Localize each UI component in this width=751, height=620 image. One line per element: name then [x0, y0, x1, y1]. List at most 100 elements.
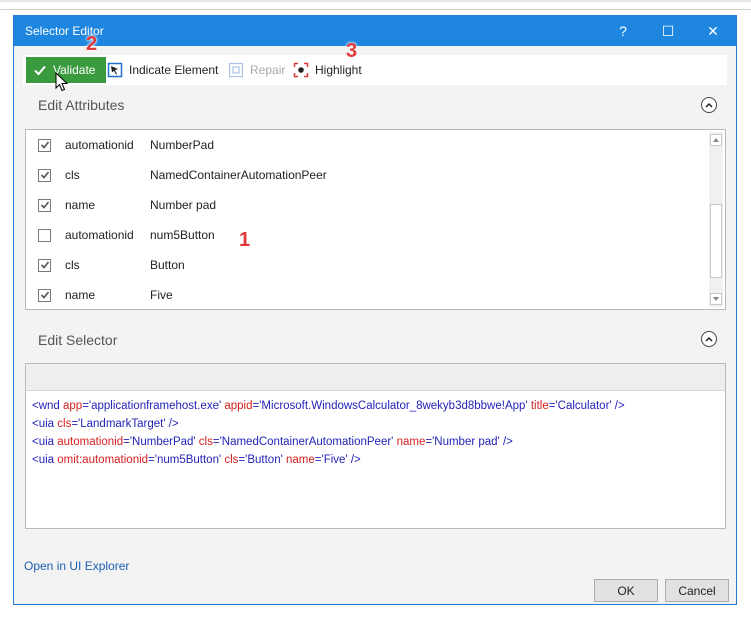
selector-token: app	[63, 400, 83, 412]
close-icon: ✕	[707, 22, 719, 39]
repair-label: Repair	[250, 63, 286, 77]
selector-token: 'NumberPad'	[129, 436, 199, 448]
cancel-button[interactable]: Cancel	[665, 579, 729, 602]
attributes-list: automationid NumberPad cls NamedContainerAu…	[25, 129, 726, 310]
attribute-name: name	[65, 198, 96, 212]
attribute-value[interactable]: NumberPad	[150, 138, 214, 152]
annotation-step-1: 1	[239, 229, 251, 251]
selector-token: =	[148, 454, 155, 466]
selector-token: />	[168, 418, 179, 430]
selector-token: cls	[57, 418, 72, 430]
indicate-element-label: Indicate Element	[129, 63, 219, 77]
selector-text[interactable]: <wnd app='applicationframehost.exe' appi…	[32, 397, 625, 469]
selector-line: <wnd app='applicationframehost.exe' appi…	[32, 397, 625, 415]
selector-token: =	[314, 454, 322, 466]
checkmark-icon	[40, 261, 49, 269]
selector-token: cls	[224, 454, 239, 466]
annotation-step-2: 2	[86, 33, 98, 55]
repair-icon	[228, 62, 244, 78]
selector-token: automationid	[57, 436, 124, 448]
selector-token: omit:automationid	[57, 454, 149, 466]
attribute-value[interactable]: Number pad	[150, 198, 216, 212]
selector-token: =	[212, 436, 220, 448]
attribute-value[interactable]: num5Button	[150, 228, 215, 242]
attribute-row: name Number pad	[26, 190, 706, 220]
attribute-row: name Five	[26, 280, 706, 309]
attribute-name: name	[65, 288, 96, 302]
toolbar: Validate Indicate Element Repair Highlig…	[23, 55, 727, 85]
attribute-value[interactable]: Button	[150, 258, 185, 272]
selector-token: 'Button'	[245, 454, 286, 466]
attribute-checkbox[interactable]	[38, 228, 51, 242]
selector-token: title	[530, 400, 549, 412]
selector-token: 'Number pad'	[432, 436, 503, 448]
attribute-value[interactable]: Five	[150, 288, 173, 302]
selector-editor[interactable]: <wnd app='applicationframehost.exe' appi…	[25, 363, 726, 529]
selector-token: =	[82, 400, 89, 412]
background-strip	[0, 0, 751, 2]
attribute-checkbox[interactable]	[38, 288, 51, 302]
checkmark-icon	[34, 65, 46, 76]
open-in-ui-explorer-link[interactable]: Open in UI Explorer	[24, 559, 129, 573]
attribute-row: automationid NumberPad	[26, 130, 706, 160]
selector-token: <uia	[32, 454, 58, 466]
attribute-name: automationid	[65, 138, 134, 152]
selector-token: />	[614, 400, 625, 412]
close-button[interactable]: ✕	[691, 16, 735, 46]
selector-token: <wnd	[32, 400, 64, 412]
ok-button[interactable]: OK	[594, 579, 658, 602]
selector-token: <uia	[32, 436, 58, 448]
attribute-checkbox[interactable]	[38, 198, 51, 212]
selector-token: cls	[198, 436, 213, 448]
chevron-up-icon	[705, 336, 713, 342]
attribute-checkbox[interactable]	[38, 168, 51, 182]
attribute-row: automationid num5Button	[26, 220, 706, 250]
selector-token: name	[396, 436, 426, 448]
collapse-attributes-button[interactable]	[701, 97, 717, 113]
attribute-value[interactable]: NamedContainerAutomationPeer	[150, 168, 327, 182]
selector-token: 'LandmarkTarget'	[78, 418, 169, 430]
maximize-button[interactable]: ☐	[646, 16, 690, 46]
attribute-name: automationid	[65, 228, 134, 242]
selector-token: />	[350, 454, 361, 466]
highlight-button[interactable]: Highlight	[293, 61, 362, 79]
edit-attributes-title: Edit Attributes	[38, 97, 125, 113]
attribute-name: cls	[65, 258, 80, 272]
repair-button[interactable]: Repair	[228, 61, 285, 79]
highlight-icon	[293, 62, 309, 78]
scroll-up-button[interactable]	[710, 134, 722, 146]
checkmark-icon	[40, 141, 49, 149]
title-bar: Selector Editor ? ☐ ✕	[14, 16, 736, 46]
indicate-element-icon	[107, 62, 123, 78]
selector-token: 'applicationframehost.exe'	[88, 400, 225, 412]
attribute-checkbox[interactable]	[38, 258, 51, 272]
highlight-label: Highlight	[315, 63, 362, 77]
selector-token: <uia	[32, 418, 58, 430]
scroll-down-button[interactable]	[710, 293, 722, 305]
background-divider	[0, 9, 751, 10]
edit-selector-title: Edit Selector	[38, 332, 118, 348]
attribute-checkbox[interactable]	[38, 138, 51, 152]
checkmark-icon	[40, 201, 49, 209]
selector-token: 'num5Button'	[154, 454, 225, 466]
help-icon: ?	[619, 23, 627, 39]
selector-token: 'NamedContainerAutomationPeer'	[219, 436, 397, 448]
help-button[interactable]: ?	[601, 16, 645, 46]
selector-token: 'Calculator'	[555, 400, 615, 412]
scroll-down-icon	[713, 297, 719, 301]
checkmark-icon	[40, 171, 49, 179]
selector-token: 'Microsoft.WindowsCalculator_8wekyb3d8bb…	[259, 400, 531, 412]
collapse-selector-button[interactable]	[701, 331, 717, 347]
selector-token: />	[502, 436, 513, 448]
attributes-scrollbar[interactable]	[709, 132, 723, 307]
selector-token: name	[286, 454, 315, 466]
attribute-row: cls NamedContainerAutomationPeer	[26, 160, 706, 190]
scroll-thumb[interactable]	[710, 204, 722, 278]
selector-token: 'Five'	[321, 454, 351, 466]
selector-editor-dialog: Selector Editor ? ☐ ✕ Validate Indicate …	[13, 15, 737, 605]
attribute-name: cls	[65, 168, 80, 182]
checkmark-icon	[40, 291, 49, 299]
scroll-up-icon	[713, 138, 719, 142]
indicate-element-button[interactable]: Indicate Element	[107, 61, 218, 79]
selector-line: <uia cls='LandmarkTarget' />	[32, 415, 625, 433]
